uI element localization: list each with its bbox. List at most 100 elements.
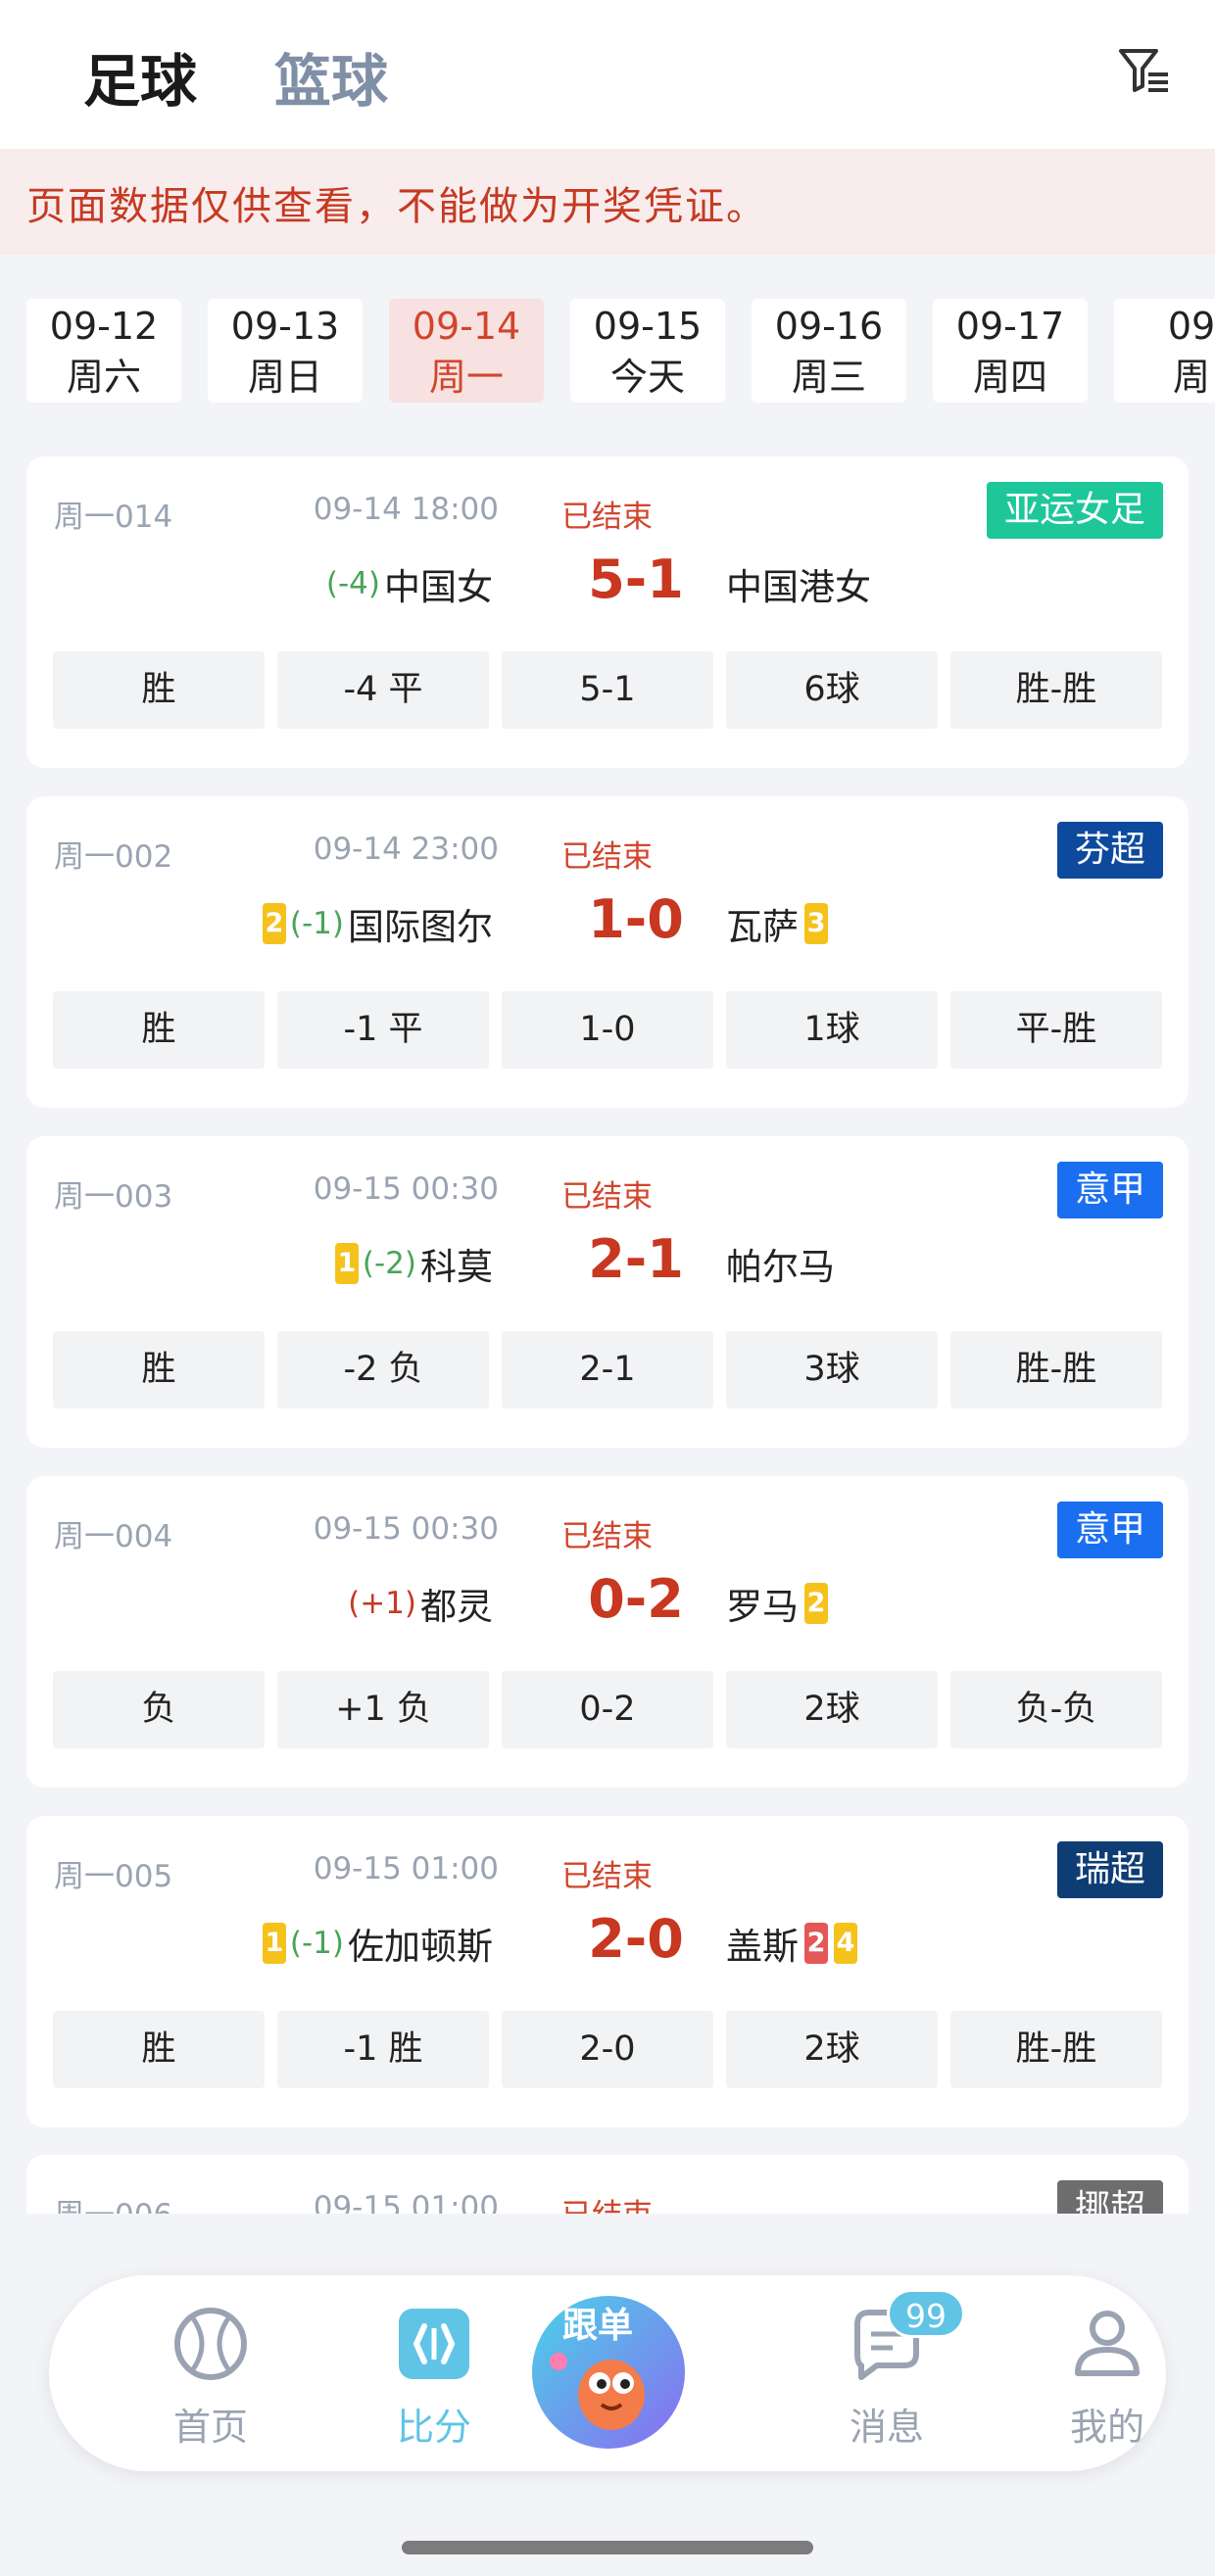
league-tag: 挪超 bbox=[1056, 2180, 1163, 2214]
red-card-badge: 2 bbox=[804, 1923, 828, 1964]
nav-label: 我的 bbox=[1069, 2406, 1144, 2449]
match-status: 已结束 bbox=[561, 839, 653, 875]
notice-banner: 页面数据仅供查看，不能做为开奖凭证。 bbox=[0, 149, 1215, 255]
result-cell: 胜 bbox=[53, 991, 265, 1069]
result-cell: 3球 bbox=[726, 1331, 938, 1408]
away-team: 瓦萨 3 bbox=[726, 894, 828, 953]
date-label: 09-15 bbox=[593, 305, 703, 348]
league-tag: 意甲 bbox=[1056, 1162, 1163, 1218]
nav-me[interactable]: 我的 bbox=[1029, 2305, 1186, 2451]
home-team: (+1) 都灵 bbox=[348, 1574, 493, 1633]
notice-text: 页面数据仅供查看，不能做为开奖凭证。 bbox=[26, 184, 767, 229]
nav-messages[interactable]: 99 消息 bbox=[808, 2289, 965, 2451]
result-cell: 胜 bbox=[53, 651, 265, 729]
result-cell: 胜 bbox=[53, 1331, 265, 1408]
home-team: 1 (-2) 科莫 bbox=[334, 1234, 493, 1293]
match-card[interactable]: 周一005 09-15 01:00 已结束 瑞超 1 (-1) 佐加顿斯 2-0… bbox=[26, 1816, 1189, 2127]
date-item[interactable]: 09-13 周日 bbox=[208, 299, 363, 403]
away-team-name: 中国港女 bbox=[726, 566, 871, 608]
match-card[interactable]: 周一014 09-14 18:00 已结束 亚运女足 (-4) 中国女 5-1 … bbox=[26, 456, 1189, 768]
home-team: 1 (-1) 佐加顿斯 bbox=[262, 1914, 493, 1973]
match-code: 周一003 bbox=[54, 1179, 173, 1215]
home-team-name: 国际图尔 bbox=[348, 906, 493, 948]
nav-score[interactable]: 比分 bbox=[356, 2305, 512, 2451]
result-cell: 胜-胜 bbox=[950, 2011, 1162, 2088]
match-code: 周一004 bbox=[54, 1519, 173, 1554]
match-time: 09-14 23:00 bbox=[313, 832, 499, 867]
match-card[interactable]: 周一003 09-15 00:30 已结束 意甲 1 (-2) 科莫 2-1 帕… bbox=[26, 1136, 1189, 1448]
result-cell: -2 负 bbox=[277, 1331, 489, 1408]
match-time: 09-15 00:30 bbox=[313, 1511, 499, 1547]
away-team: 罗马 2 bbox=[726, 1574, 828, 1633]
result-cell: 负 bbox=[53, 1671, 265, 1748]
date-label: 09-16 bbox=[774, 305, 884, 348]
date-item-selected[interactable]: 09-14 周一 bbox=[389, 299, 544, 403]
away-team: 帕尔马 bbox=[726, 1234, 835, 1293]
date-label: 09-14 bbox=[412, 305, 521, 348]
date-strip[interactable]: 09-12 周六 09-13 周日 09-14 周一 09-15 今天 09-1… bbox=[0, 255, 1215, 431]
unread-badge: 99 bbox=[887, 2289, 965, 2338]
clip-region: 周一006 09-15 01:00 已结束 挪超 bbox=[0, 2155, 1215, 2214]
result-cell: -1 平 bbox=[277, 991, 489, 1069]
result-cell: 胜-胜 bbox=[950, 651, 1162, 729]
league-tag: 意甲 bbox=[1056, 1502, 1163, 1558]
date-label: 09 bbox=[1167, 305, 1215, 348]
yellow-card-badge: 2 bbox=[262, 903, 286, 944]
match-status: 已结束 bbox=[561, 2190, 653, 2214]
nav-home[interactable]: 首页 bbox=[132, 2305, 289, 2451]
result-cell: 负-负 bbox=[950, 1671, 1162, 1748]
date-item[interactable]: 09-15 今天 bbox=[570, 299, 725, 403]
away-team: 中国港女 bbox=[726, 554, 871, 613]
yellow-card-badge: 1 bbox=[334, 1243, 359, 1284]
handicap: (+1) bbox=[348, 1586, 416, 1621]
yellow-card-badge: 2 bbox=[804, 1583, 828, 1624]
score-icon bbox=[399, 2309, 469, 2379]
match-status: 已结束 bbox=[561, 1519, 653, 1554]
yellow-card-badge: 3 bbox=[804, 903, 828, 944]
away-team: 盖斯 2 4 bbox=[726, 1914, 857, 1973]
tab-football[interactable]: 足球 bbox=[83, 35, 197, 118]
filter-icon[interactable] bbox=[1117, 43, 1172, 98]
handicap: (-4) bbox=[325, 566, 380, 601]
home-team-name: 佐加顿斯 bbox=[348, 1926, 493, 1968]
nav-label: 消息 bbox=[849, 2406, 924, 2449]
handicap: (-1) bbox=[289, 906, 344, 941]
yellow-card-badge: 1 bbox=[262, 1923, 286, 1964]
result-cell: 1-0 bbox=[502, 991, 713, 1069]
away-team-name: 瓦萨 bbox=[726, 906, 799, 948]
result-cell: 0-2 bbox=[502, 1671, 713, 1748]
date-item[interactable]: 09-17 周四 bbox=[933, 299, 1088, 403]
result-row: 胜 -1 平 1-0 1球 平-胜 bbox=[53, 991, 1162, 1069]
result-row: 胜 -2 负 2-1 3球 胜-胜 bbox=[53, 1331, 1162, 1408]
day-label: 周六 bbox=[66, 356, 141, 399]
day-label: 今天 bbox=[609, 356, 685, 399]
result-cell: 2-0 bbox=[502, 2011, 713, 2088]
date-label: 09-13 bbox=[230, 305, 340, 348]
result-row: 胜 -1 胜 2-0 2球 胜-胜 bbox=[53, 2011, 1162, 2088]
tab-basketball[interactable]: 篮球 bbox=[274, 35, 388, 118]
day-label: 周四 bbox=[972, 356, 1047, 399]
match-card[interactable]: 周一004 09-15 00:30 已结束 意甲 (+1) 都灵 0-2 罗马 … bbox=[26, 1476, 1189, 1788]
result-cell: 胜 bbox=[53, 2011, 265, 2088]
day-label: 周三 bbox=[791, 356, 866, 399]
top-header: 足球 篮球 bbox=[0, 0, 1215, 149]
date-item[interactable]: 09-16 周三 bbox=[752, 299, 906, 403]
home-team: 2 (-1) 国际图尔 bbox=[262, 894, 493, 953]
home-team-name: 都灵 bbox=[420, 1586, 493, 1628]
match-time: 09-15 00:30 bbox=[313, 1171, 499, 1207]
result-cell: 1球 bbox=[726, 991, 938, 1069]
match-card[interactable]: 周一002 09-14 23:00 已结束 芬超 2 (-1) 国际图尔 1-0… bbox=[26, 796, 1189, 1108]
result-cell: 2-1 bbox=[502, 1331, 713, 1408]
bottom-nav: 首页 比分 跟单 99 消息 我的 bbox=[49, 2275, 1166, 2471]
result-cell: -1 胜 bbox=[277, 2011, 489, 2088]
follow-button[interactable]: 跟单 bbox=[529, 2293, 688, 2452]
match-time: 09-14 18:00 bbox=[313, 492, 499, 527]
match-card[interactable]: 周一006 09-15 01:00 已结束 挪超 bbox=[26, 2155, 1189, 2214]
date-item[interactable]: 09-12 周六 bbox=[26, 299, 181, 403]
handicap: (-2) bbox=[362, 1246, 416, 1281]
nav-label: 比分 bbox=[396, 2406, 471, 2449]
match-status: 已结束 bbox=[561, 1179, 653, 1215]
date-item[interactable]: 09 周 bbox=[1114, 299, 1215, 403]
match-code: 周一014 bbox=[54, 500, 173, 535]
away-team-name: 帕尔马 bbox=[726, 1246, 835, 1288]
